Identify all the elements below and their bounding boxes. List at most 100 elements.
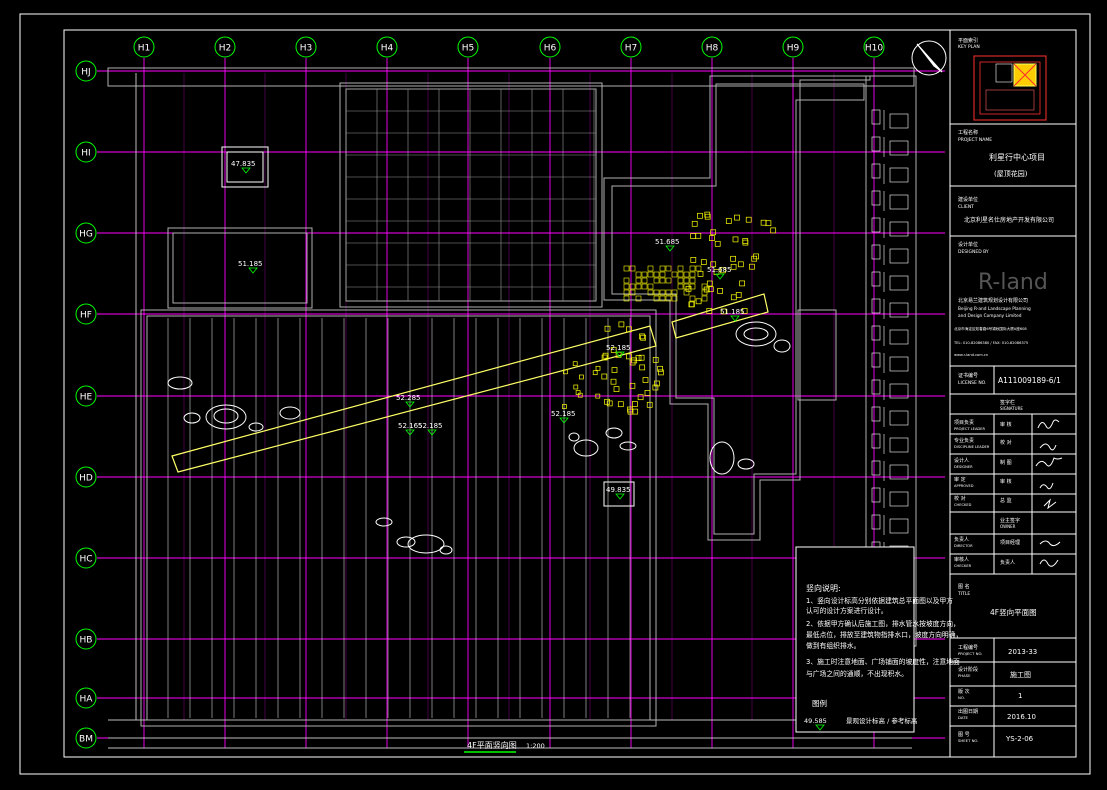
stepping-stone <box>653 271 660 278</box>
notes-box: 竖向说明: 1、竖向设计标高分别依据建筑总平面图以及甲方 认可的设计方案进行设计… <box>795 546 962 733</box>
rock <box>737 458 755 470</box>
firm-name-en-2: and Design Company Limited <box>958 313 1022 319</box>
stepping-stone <box>742 239 749 246</box>
grid-label: H2 <box>219 44 232 54</box>
facade-panel <box>889 356 909 372</box>
ramp <box>171 293 769 473</box>
sign-row-role: 校 对 <box>1000 439 1012 446</box>
legend-text: 景观设计标高 / 参考标高 <box>846 716 918 725</box>
project-number: 2013-33 <box>1008 648 1037 656</box>
elevation-labels: 47.835 51.185 51.685 51.685 51.185 52.18… <box>231 160 745 500</box>
stepping-stone <box>683 277 690 284</box>
facade-panel <box>889 275 909 291</box>
version-label-en: NO. <box>958 695 965 700</box>
stepping-stone <box>623 265 630 272</box>
version-label: 版 次 <box>958 688 970 695</box>
stepping-stone <box>644 390 651 396</box>
stepping-stone <box>683 271 690 278</box>
stepping-stone <box>572 361 578 367</box>
stepping-stone <box>732 236 739 243</box>
equipment-box <box>167 227 313 309</box>
signature <box>1039 559 1059 567</box>
building-walls <box>107 67 917 749</box>
project-label-en: PROJECT NAME <box>958 137 992 143</box>
sign-row-label: 专业负责 <box>954 437 974 444</box>
grid-label: HD <box>79 474 93 484</box>
grid-label: HJ <box>81 68 90 78</box>
owner-label-en: CLIENT <box>958 204 974 210</box>
rock <box>167 376 193 390</box>
facade-panel <box>871 487 881 503</box>
stepping-stone <box>734 214 740 221</box>
stepping-stone <box>613 386 620 392</box>
facade-panel <box>871 433 881 449</box>
stepping-stone <box>647 271 654 278</box>
sign-row-label-en: PROJECT LEADER <box>954 427 985 431</box>
notes-line: 认可的设计方案进行设计。 <box>806 606 888 615</box>
rock <box>619 441 637 451</box>
facade-panel <box>871 352 881 368</box>
project-sub: (屋顶花园) <box>994 169 1028 178</box>
project-label: 工程名称 <box>958 129 978 136</box>
stepping-stone <box>677 283 684 290</box>
sign-row-label-en: DISCIPLINE LEADER <box>954 445 990 449</box>
elevation-label: 51.185 <box>238 260 263 268</box>
rocks <box>167 321 791 555</box>
title-block: 平面索引 KEY PLAN 工程名称 PROJECT NAME 利星行中心项目 … <box>950 29 1076 758</box>
notes-line: 2、依据甲方确认后施工图，排水管水按坡度方向， <box>806 619 960 628</box>
rock <box>773 339 791 353</box>
rock-inner <box>743 327 769 341</box>
firm-logo: R-land <box>978 270 1048 295</box>
stepping-stone <box>677 271 684 278</box>
facade-panel <box>889 248 909 264</box>
main-deck-inner <box>146 315 651 721</box>
deck-boards <box>167 318 631 718</box>
facade-panel <box>871 163 881 179</box>
main-deck-outer <box>140 309 657 727</box>
sign-row-role: 审 核 <box>1000 421 1012 428</box>
projno-label-en: PROJECT NO. <box>958 651 983 656</box>
firm-address: 北京市海淀区知春路6号锦秋国际大厦A座608 <box>954 326 1027 331</box>
facade-panel <box>871 244 881 260</box>
sign-row-label: 设计人 <box>954 457 969 464</box>
facade-panel <box>871 136 881 152</box>
owner-sign-row: 负责人 <box>954 536 969 543</box>
grid-label: H1 <box>138 44 151 54</box>
facade-panel <box>871 271 881 287</box>
stepping-stone <box>642 377 649 383</box>
facade-panel <box>871 406 881 422</box>
stepping-stone <box>695 265 702 272</box>
grid-label: HI <box>81 149 90 159</box>
stepping-stone <box>635 271 642 278</box>
facade-panel <box>889 302 909 318</box>
stepping-stone <box>691 220 698 227</box>
rock <box>605 427 623 439</box>
grid-label: H3 <box>300 44 313 54</box>
stepping-stone <box>770 227 777 234</box>
elevation-label: 49.835 <box>606 486 631 494</box>
drawing-title: 4F平面竖向图 <box>467 740 517 750</box>
signature <box>1039 482 1054 490</box>
keyplan-label: 平面索引 <box>958 37 978 44</box>
stepping-stone <box>730 294 737 301</box>
stepping-stone <box>697 212 703 219</box>
skylight-inner <box>345 88 597 302</box>
owner-sign-label-en: OWNER <box>1000 524 1016 529</box>
owner-sign-row-en: DIRECTOR <box>954 544 973 548</box>
stepping-stone <box>689 271 696 278</box>
signature <box>1043 498 1057 510</box>
owner-name: 北京利星名仕房地产开发有限公司 <box>964 216 1054 224</box>
stepping-stone <box>641 283 648 290</box>
date-label: 出图日期 <box>958 708 978 715</box>
stepping-stone <box>632 408 639 415</box>
owner-sign-role: 负责人 <box>1000 559 1015 566</box>
stepping-stone <box>710 229 717 236</box>
legend-elevation: 49.585 <box>804 717 827 725</box>
grid-label: HA <box>80 695 94 705</box>
sign-row-label: 校 对 <box>954 495 966 502</box>
facade-panel <box>889 491 909 507</box>
facade-panel <box>871 514 881 530</box>
stepping-stone <box>714 240 721 247</box>
rock-inner <box>213 408 239 424</box>
stepping-stone <box>730 255 736 262</box>
